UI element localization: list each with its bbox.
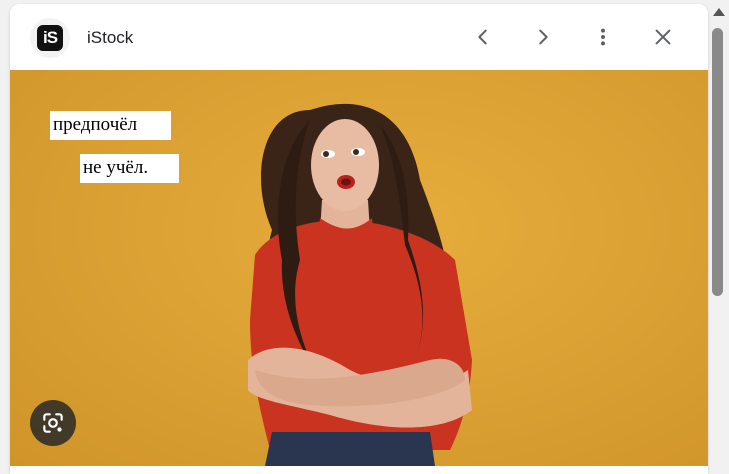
caption-word-1: предпочёл [50,111,171,140]
previous-button[interactable] [468,22,498,52]
scroll-thumb[interactable] [712,28,723,296]
more-vert-icon [600,28,606,46]
close-button[interactable] [648,22,678,52]
chevron-right-icon [539,29,548,45]
source-logo[interactable]: iS [30,18,70,58]
lens-search-icon [43,413,63,433]
vertical-scrollbar[interactable] [710,0,729,470]
istock-logo-icon: iS [37,25,63,51]
panel-header: iS iStock [10,4,708,70]
chevron-left-icon [478,29,487,45]
image-preview-panel: iS iStock предпочёл не учёл. [10,4,708,474]
close-icon [655,29,671,45]
next-button[interactable] [528,22,558,52]
preview-image[interactable]: предпочёл не учёл. [10,70,708,466]
caption-word-2: не учёл. [80,154,179,183]
scroll-up-arrow-icon[interactable] [713,8,725,16]
source-name[interactable]: iStock [87,28,133,48]
more-options-button[interactable] [588,22,618,52]
lens-search-button[interactable] [30,400,76,446]
